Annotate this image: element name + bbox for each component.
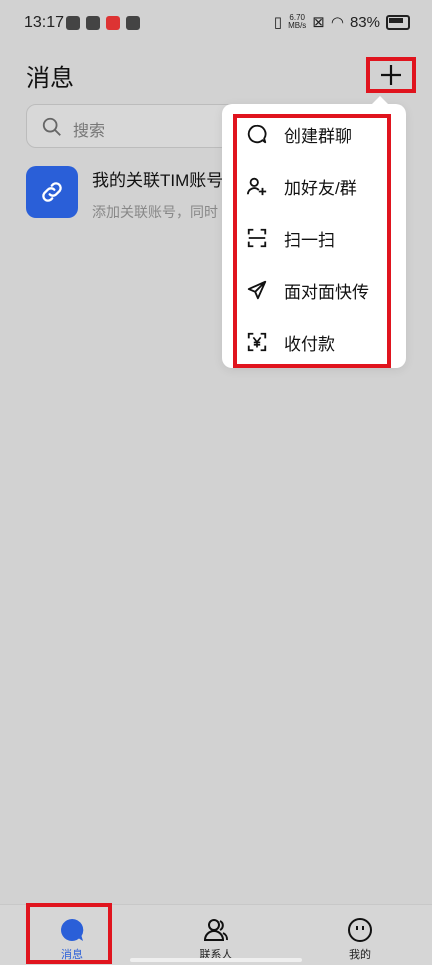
tab-label: 我的	[349, 949, 371, 961]
add-person-icon	[246, 177, 267, 196]
search-placeholder: 搜索	[73, 123, 106, 140]
tab-me[interactable]: 我的	[310, 905, 410, 965]
plus-icon	[381, 65, 401, 85]
add-button[interactable]	[366, 57, 416, 93]
menu-item-label: 创建群聊	[284, 126, 352, 146]
menu-item-add-friend[interactable]: 加好友/群	[246, 168, 396, 204]
menu-item-label: 加好友/群	[284, 178, 357, 198]
status-bar: 13:17 ▯ 6.70 MB/s ⊠ ◠ 83%	[0, 0, 432, 48]
tab-contacts[interactable]: 联系人	[166, 905, 266, 965]
menu-item-scan[interactable]: 扫一扫	[246, 220, 396, 256]
status-time: 13:17	[24, 14, 65, 31]
menu-item-label: 面对面快传	[284, 282, 369, 302]
vibrate-icon: ▯	[273, 14, 283, 31]
add-menu: 创建群聊 加好友/群 扫一扫 面对面快传 收付款	[222, 96, 406, 368]
scan-icon	[247, 228, 267, 248]
avatar	[26, 166, 78, 218]
conversation-subtitle: 添加关联账号，同时	[92, 204, 218, 220]
battery-icon	[386, 14, 410, 30]
menu-item-label: 收付款	[284, 334, 335, 354]
send-icon	[247, 280, 267, 300]
menu-item-create-group[interactable]: 创建群聊	[246, 116, 396, 152]
page-title: 消息	[26, 65, 74, 92]
notification-app-icon	[66, 16, 80, 30]
menu-item-label: 扫一扫	[284, 230, 335, 250]
notification-app-icon	[106, 16, 120, 30]
sim-icon: ⊠	[312, 14, 325, 31]
notification-app-icon	[86, 16, 100, 30]
network-speed: 6.70 MB/s	[288, 13, 307, 30]
wifi-icon: ◠	[330, 14, 344, 31]
menu-item-face-transfer[interactable]: 面对面快传	[246, 272, 396, 308]
notification-app-icon	[126, 16, 140, 30]
contacts-icon	[203, 919, 228, 941]
search-icon	[42, 117, 61, 136]
conversation-title: 我的关联TIM账号	[92, 171, 224, 190]
payment-icon	[247, 332, 267, 352]
battery-percent: 83%	[349, 13, 380, 31]
chat-bubble-icon	[247, 124, 267, 144]
status-indicators: ▯ 6.70 MB/s ⊠ ◠ 83%	[274, 13, 410, 31]
smiley-icon	[348, 918, 372, 942]
status-notification-icons	[66, 16, 140, 30]
tab-highlight-box	[26, 903, 112, 964]
link-icon	[42, 182, 62, 202]
menu-item-payment[interactable]: 收付款	[246, 324, 396, 360]
home-indicator[interactable]	[130, 958, 302, 962]
